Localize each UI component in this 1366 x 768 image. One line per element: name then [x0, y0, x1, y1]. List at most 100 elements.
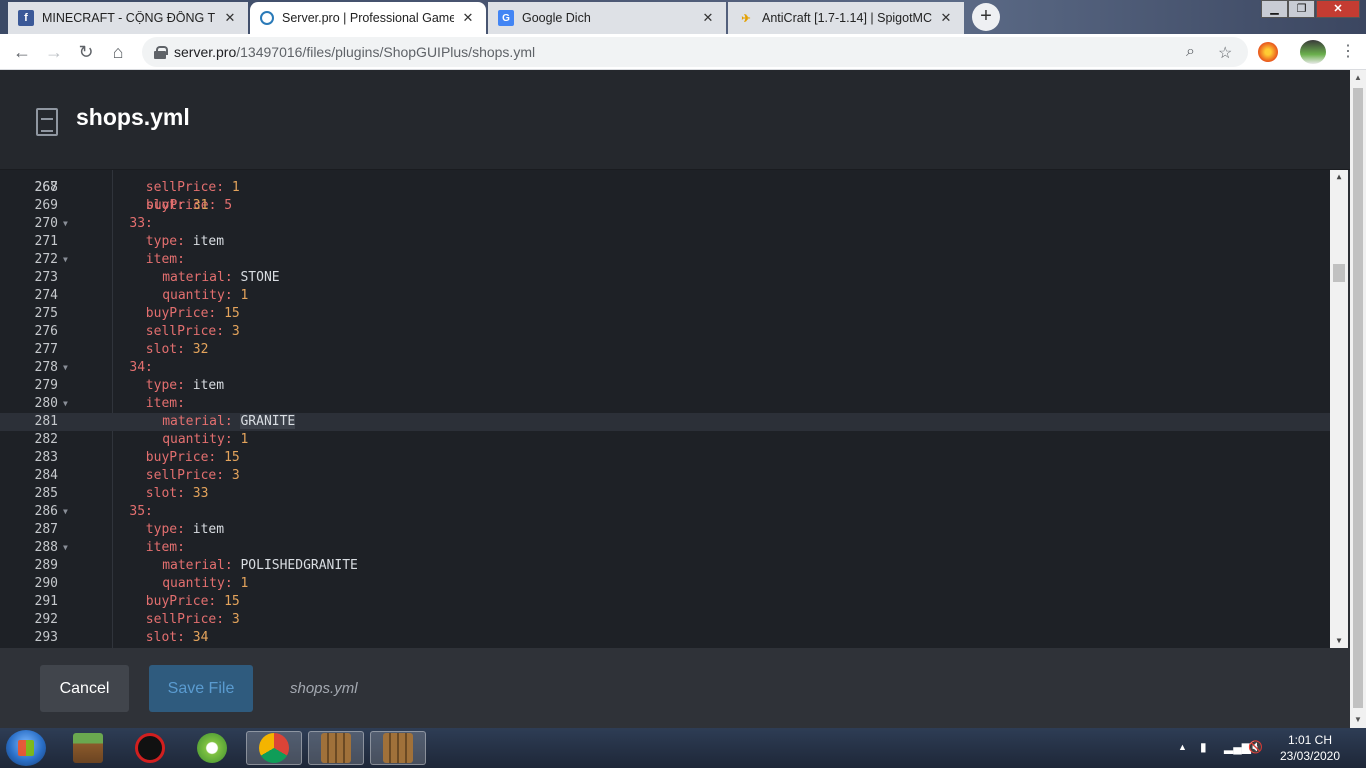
- fold-arrow-icon[interactable]: ▼: [63, 395, 68, 413]
- yaml-key: buyPrice: [145, 450, 209, 465]
- volume-muted-icon[interactable]: 🔇: [1248, 740, 1263, 754]
- code-line[interactable]: 273 material: STONE: [0, 269, 1330, 287]
- code-line[interactable]: 282 quantity: 1: [0, 431, 1330, 449]
- code-line[interactable]: 278 ▼ 34:: [0, 359, 1330, 377]
- fold-arrow-icon[interactable]: ▼: [63, 359, 68, 377]
- taskbar-app-crafting-table-2[interactable]: [370, 731, 426, 765]
- back-icon[interactable]: ←: [10, 40, 34, 64]
- system-clock[interactable]: 1:01 CH 23/03/2020: [1270, 732, 1350, 764]
- scroll-up-icon[interactable]: ▲: [1350, 70, 1366, 86]
- code-line[interactable]: 275 buyPrice: 15: [0, 305, 1330, 323]
- code-line[interactable]: 271 type: item: [0, 233, 1330, 251]
- code-line[interactable]: 289 material: POLISHEDGRANITE: [0, 557, 1330, 575]
- code-content: material: GRANITE: [162, 414, 296, 429]
- code-line[interactable]: 276 sellPrice: 3: [0, 323, 1330, 341]
- code-line[interactable]: 291 buyPrice: 15: [0, 593, 1330, 611]
- code-line[interactable]: 269 slot: 31: [0, 197, 1330, 215]
- show-hidden-icons[interactable]: ▲: [1178, 742, 1187, 752]
- code-content: slot: 32: [145, 342, 209, 357]
- tab-spigotmc[interactable]: ✈ AntiCraft [1.7-1.14] | SpigotMC - ✕: [728, 2, 964, 34]
- taskbar-app-chrome[interactable]: [246, 731, 302, 765]
- minecraft-icon: [73, 733, 103, 763]
- close-icon[interactable]: ✕: [460, 10, 476, 26]
- fold-arrow-icon[interactable]: ▼: [63, 503, 68, 521]
- scroll-down-icon[interactable]: ▼: [1330, 634, 1348, 648]
- minimize-button[interactable]: ▁: [1261, 0, 1288, 18]
- address-bar[interactable]: server.pro/13497016/files/plugins/ShopGU…: [142, 37, 1248, 67]
- yaml-value: 1: [240, 288, 249, 303]
- code-line[interactable]: 281 material: GRANITE: [0, 413, 1330, 431]
- window-close-button[interactable]: ✕: [1316, 0, 1360, 18]
- fold-arrow-icon[interactable]: ▼: [63, 215, 68, 233]
- code-content: item:: [145, 252, 185, 267]
- code-line[interactable]: 286 ▼ 35:: [0, 503, 1330, 521]
- close-icon[interactable]: ✕: [938, 10, 954, 26]
- code-line[interactable]: 288 ▼ item:: [0, 539, 1330, 557]
- scroll-down-icon[interactable]: ▼: [1350, 712, 1366, 728]
- code-line[interactable]: 292 sellPrice: 3: [0, 611, 1330, 629]
- profile-avatar[interactable]: [1300, 40, 1326, 64]
- home-icon[interactable]: ⌂: [106, 40, 130, 64]
- taskbar-app-coccoc[interactable]: [184, 731, 240, 765]
- new-tab-button[interactable]: +: [972, 3, 1000, 31]
- code-line[interactable]: 274 quantity: 1: [0, 287, 1330, 305]
- bookmark-star-icon[interactable]: ☆: [1218, 43, 1232, 63]
- code-line[interactable]: 284 sellPrice: 3: [0, 467, 1330, 485]
- code-content: slot: 33: [145, 486, 209, 501]
- line-number: 289: [34, 558, 58, 573]
- forward-icon[interactable]: →: [42, 40, 66, 64]
- yaml-value: 33: [192, 486, 209, 501]
- scroll-up-icon[interactable]: ▲: [1330, 170, 1348, 184]
- taskbar-app-minecraft[interactable]: [60, 731, 116, 765]
- code-line[interactable]: 285 slot: 33: [0, 485, 1330, 503]
- start-button[interactable]: [6, 730, 46, 766]
- usb-device-icon[interactable]: ▮: [1200, 740, 1207, 754]
- code-line[interactable]: 293 slot: 34: [0, 629, 1330, 647]
- cancel-button[interactable]: Cancel: [40, 665, 129, 712]
- line-number: 275: [34, 306, 58, 321]
- code-line[interactable]: 290 quantity: 1: [0, 575, 1330, 593]
- spigot-icon: ✈: [741, 12, 751, 25]
- line-number: 277: [34, 342, 58, 357]
- tab-serverpro[interactable]: Server.pro | Professional Game Se ✕: [250, 2, 486, 34]
- code-line[interactable]: 277 slot: 32: [0, 341, 1330, 359]
- maximize-button[interactable]: ❐: [1288, 0, 1315, 18]
- yaml-key: slot: [145, 198, 178, 213]
- code-line[interactable]: 270 ▼ 33:: [0, 215, 1330, 233]
- code-content: slot: 34: [145, 630, 209, 645]
- extension-icon[interactable]: [1258, 42, 1278, 62]
- menu-icon[interactable]: ⋮: [1336, 40, 1360, 64]
- yaml-value: 1: [240, 576, 249, 591]
- yaml-key: material: [162, 558, 225, 573]
- zoom-icon[interactable]: ⌕: [1186, 43, 1195, 61]
- close-icon[interactable]: ✕: [700, 10, 716, 26]
- editor-scrollbar[interactable]: ▲ ▼: [1330, 170, 1348, 648]
- close-icon[interactable]: ✕: [222, 10, 238, 26]
- code-line[interactable]: 268 sellPrice: 1: [0, 179, 1330, 197]
- taskbar-app-garena[interactable]: [122, 731, 178, 765]
- scrollbar-thumb[interactable]: [1333, 264, 1345, 282]
- page-scrollbar[interactable]: ▲ ▼: [1350, 70, 1366, 728]
- code-line[interactable]: 280 ▼ item:: [0, 395, 1330, 413]
- scrollbar-thumb[interactable]: [1353, 88, 1363, 708]
- line-number: 288: [34, 540, 58, 555]
- code-line[interactable]: 272 ▼ item:: [0, 251, 1330, 269]
- code-line[interactable]: 283 buyPrice: 15: [0, 449, 1330, 467]
- fold-arrow-icon[interactable]: ▼: [63, 251, 68, 269]
- code-editor[interactable]: 267 buyPrice: 5 268 sellPrice: 1 269 slot: …: [0, 170, 1348, 648]
- file-header: shops.yml: [0, 70, 1350, 170]
- code-line[interactable]: 287 type: item: [0, 521, 1330, 539]
- code-line[interactable]: 279 type: item: [0, 377, 1330, 395]
- yaml-key: type: [145, 234, 178, 249]
- reload-icon[interactable]: ↻: [74, 40, 98, 64]
- tab-facebook[interactable]: f MINECRAFT - CỘNG ĐỒNG TRẢI ✕: [8, 2, 248, 34]
- line-number: 276: [34, 324, 58, 339]
- yaml-value: 1: [231, 180, 240, 195]
- fold-arrow-icon[interactable]: ▼: [63, 539, 68, 557]
- tab-google-translate[interactable]: G Google Dich ✕: [488, 2, 726, 34]
- save-file-button[interactable]: Save File: [149, 665, 253, 712]
- code-content: buyPrice: 15: [145, 306, 240, 321]
- code-content: buyPrice: 15: [145, 450, 240, 465]
- taskbar-app-crafting-table-1[interactable]: [308, 731, 364, 765]
- network-signal-icon[interactable]: ▂▄▆: [1224, 740, 1251, 754]
